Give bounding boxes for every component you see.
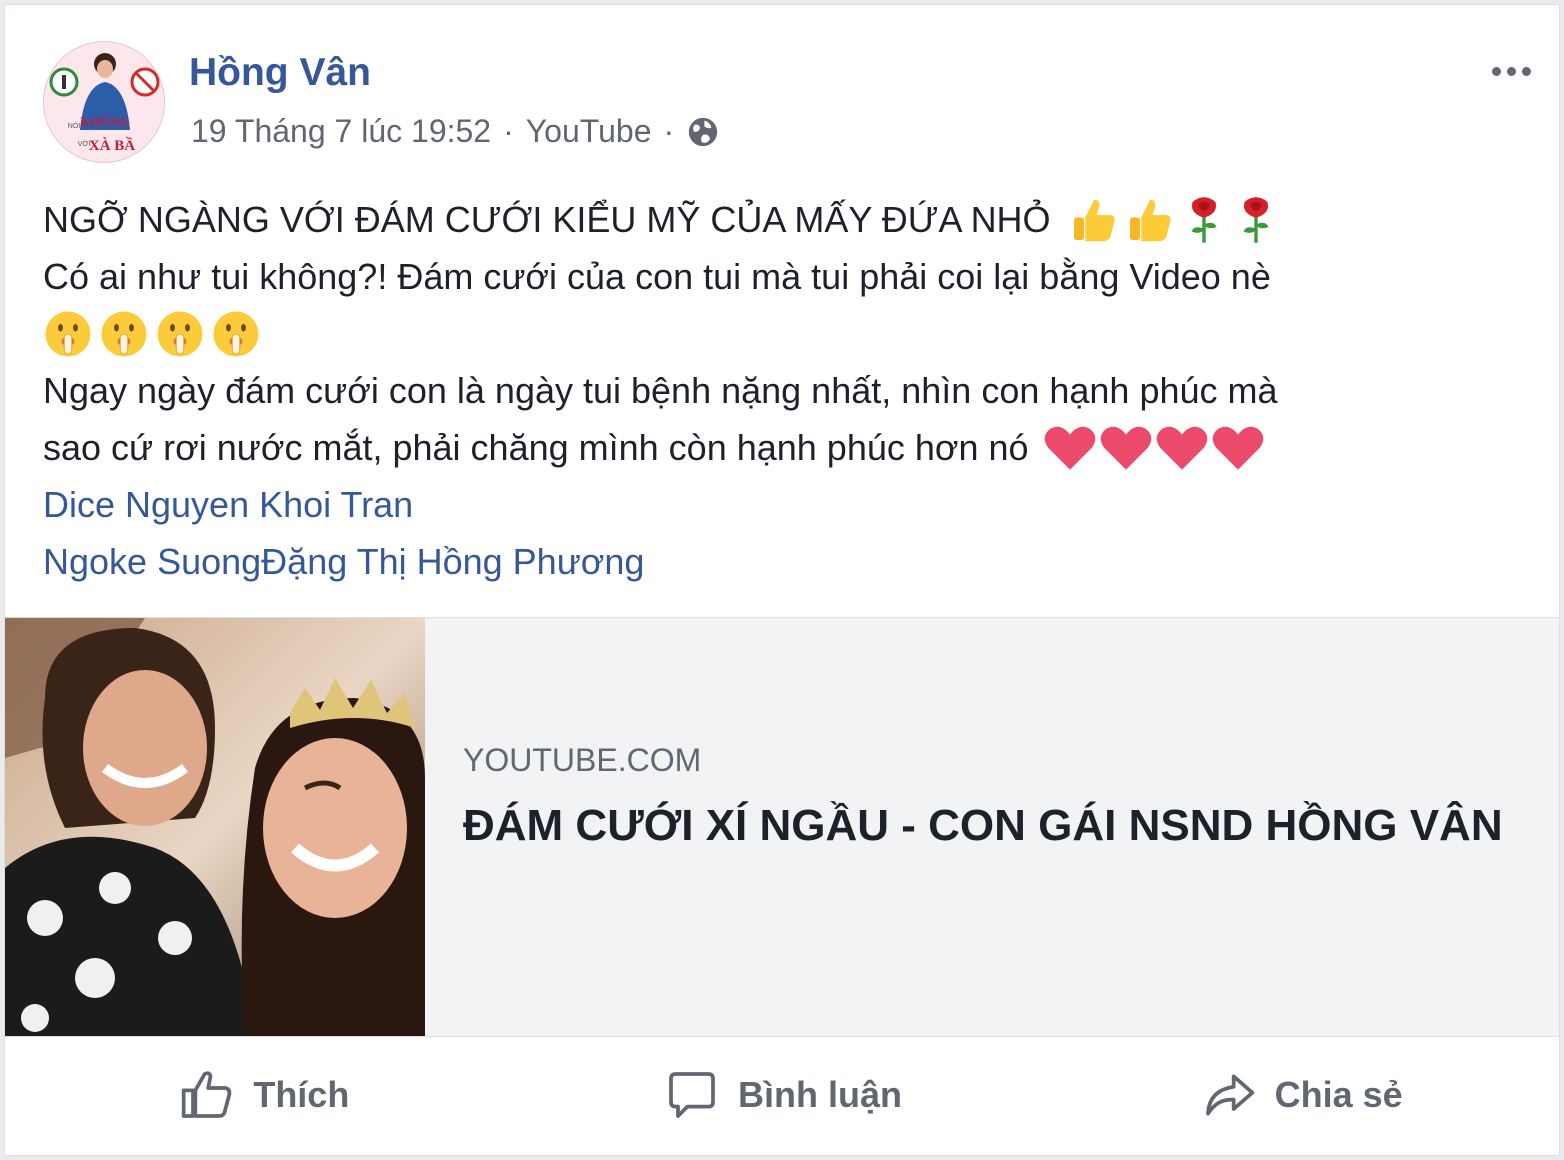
heart-emoji-icon [1044, 426, 1095, 470]
tag-line-1: Dice Nguyen Khoi Tran [43, 476, 1523, 533]
post-text-line: sao cứ rơi nước mắt, phải chăng mình còn… [43, 427, 1029, 468]
thumbs-up-emoji-icon [1073, 199, 1115, 241]
shushing-face-emoji-icon [45, 311, 91, 356]
preview-thumbnail[interactable] [5, 618, 425, 1036]
share-button[interactable]: Chia sẻ [1042, 1045, 1559, 1145]
preview-image [5, 618, 425, 1036]
post-line-1: NGỠ NGÀNG VỚI ĐÁM CƯỚI KIỂU MỸ CỦA MẤY Đ… [43, 191, 1523, 248]
more-options-button[interactable] [1485, 49, 1537, 93]
more-dot [1506, 66, 1516, 76]
post-timestamp[interactable]: 19 Tháng 7 lúc 19:52 [191, 113, 491, 150]
post-line-4: Ngay ngày đám cưới con là ngày tui bệnh … [43, 370, 1278, 411]
action-bar: Thích Bình luận Chia sẻ [5, 1045, 1559, 1145]
post-text: NGỠ NGÀNG VỚI ĐÁM CƯỚI KIỂU MỸ CỦA MẤY Đ… [43, 191, 1523, 590]
post-text-line: NGỠ NGÀNG VỚI ĐÁM CƯỚI KIỂU MỸ CỦA MẤY Đ… [43, 199, 1051, 240]
rose-emoji-icon [1243, 196, 1269, 243]
meta-separator-2: · [663, 113, 675, 149]
comment-button[interactable]: Bình luận [524, 1045, 1043, 1145]
heart-emoji-icon [1156, 426, 1207, 470]
shushing-face-emoji-icon [101, 311, 147, 356]
link-preview[interactable]: YOUTUBE.COM ĐÁM CƯỚI XÍ NGẦU - CON GÁI N… [5, 617, 1559, 1037]
post-source[interactable]: YouTube [526, 113, 652, 150]
rose-emoji-icon [1191, 196, 1217, 243]
more-dot [1491, 66, 1501, 76]
avatar-text-1: NÓI [68, 121, 81, 130]
post-card: KHÔNG NÓI VỚI XÀ BẦ Hồng Vân 19 Tháng 7 … [4, 4, 1560, 1156]
thumbs-up-emoji-icon [1129, 199, 1171, 241]
more-dot [1521, 66, 1531, 76]
shushing-face-emoji-icon [157, 311, 203, 356]
share-label: Chia sẻ [1274, 1074, 1403, 1115]
preview-title[interactable]: ĐÁM CƯỚI XÍ NGẦU - CON GÁI NSND HỒNG VÂN [463, 796, 1523, 855]
like-icon [182, 1071, 232, 1118]
tag-link-dice[interactable]: Dice Nguyen Khoi Tran [43, 476, 413, 533]
tag-link-dang[interactable]: Đặng Thị Hồng Phương [261, 533, 644, 590]
globe-icon[interactable] [686, 115, 720, 149]
avatar-image: KHÔNG NÓI VỚI XÀ BẦ [44, 42, 164, 162]
comment-icon [669, 1072, 715, 1118]
heart-emoji-icon [1212, 426, 1263, 470]
shushing-face-emoji-icon [213, 311, 259, 356]
share-icon [1205, 1074, 1254, 1116]
avatar-text-4: XÀ BẦ [89, 137, 135, 154]
like-button[interactable]: Thích [5, 1045, 524, 1145]
post-line-3 [43, 305, 1523, 362]
author-name[interactable]: Hồng Vân [189, 51, 371, 95]
tag-link-ngoke[interactable]: Ngoke Suong [43, 533, 261, 590]
avatar-text-2: KHÔNG [80, 114, 130, 129]
post-line-5: sao cứ rơi nước mắt, phải chăng mình còn… [43, 419, 1523, 476]
preview-domain: YOUTUBE.COM [463, 742, 702, 778]
author-avatar[interactable]: KHÔNG NÓI VỚI XÀ BẦ [43, 41, 165, 163]
tag-line-2: Ngoke Suong Đặng Thị Hồng Phương [43, 533, 1523, 590]
meta-separator: · [503, 113, 514, 149]
comment-label: Bình luận [738, 1074, 902, 1115]
like-label: Thích [253, 1074, 350, 1115]
post-meta: 19 Tháng 7 lúc 19:52 · YouTube · [191, 113, 720, 150]
post-line-2: Có ai như tui không?! Đám cưới của con t… [43, 256, 1271, 297]
heart-emoji-icon [1100, 426, 1151, 470]
